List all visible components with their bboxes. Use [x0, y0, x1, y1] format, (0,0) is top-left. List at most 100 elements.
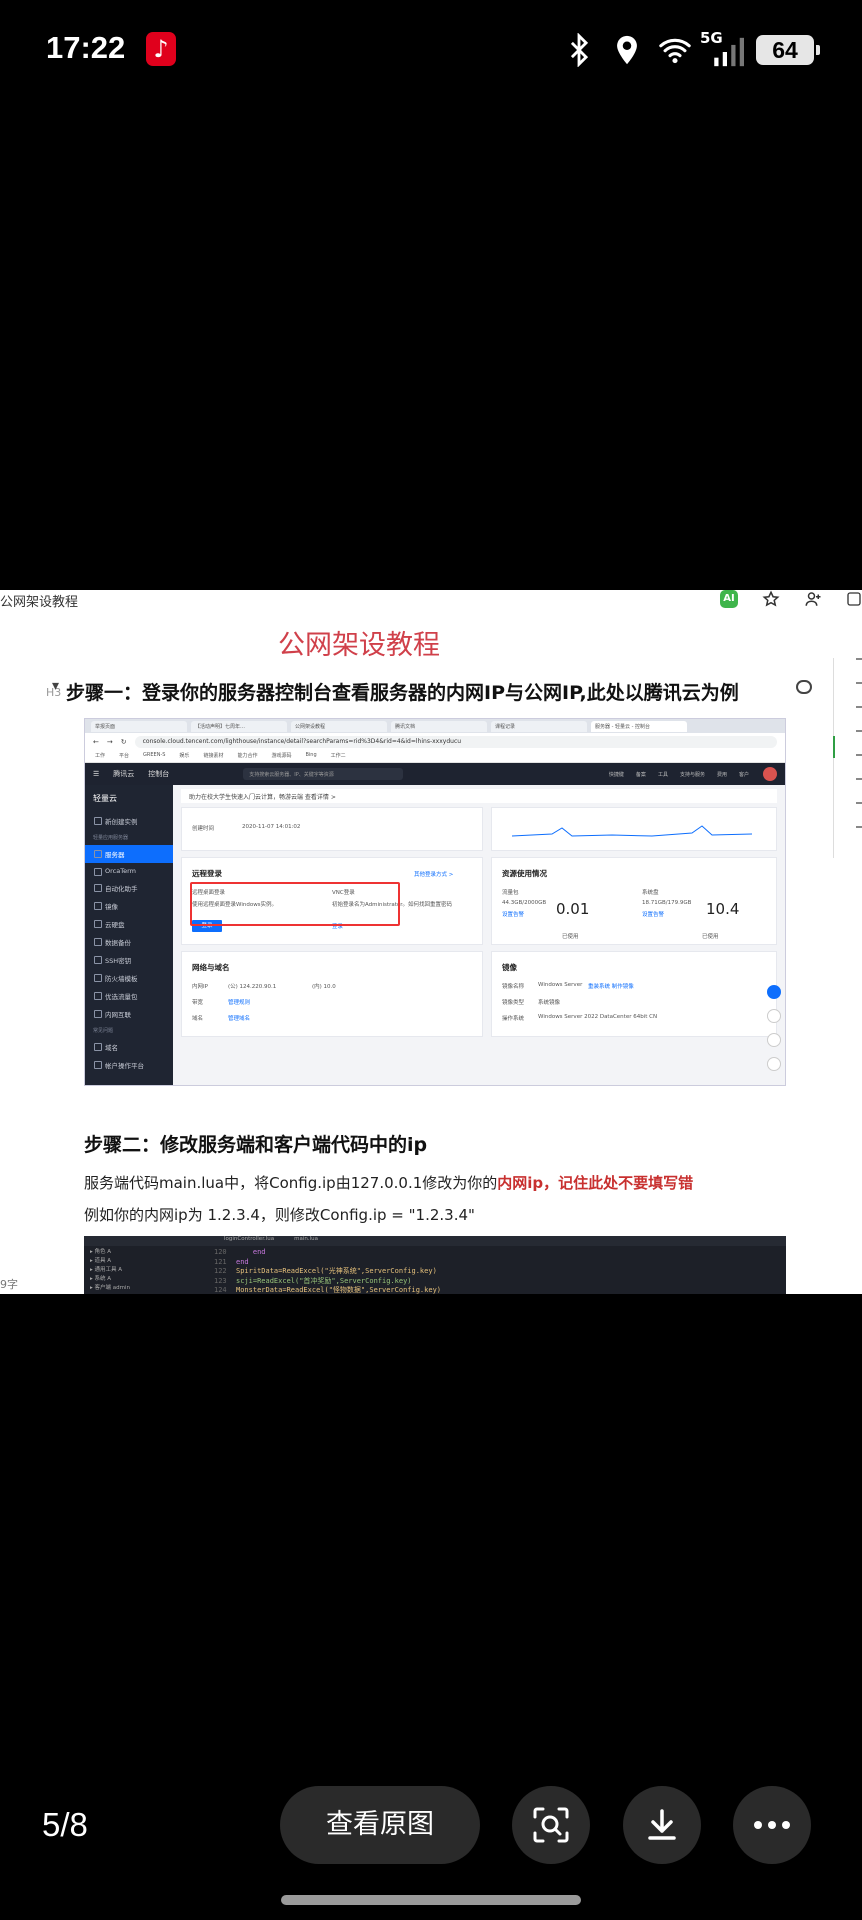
- traffic-percent: 0.01: [556, 900, 590, 918]
- highlight-box: [190, 882, 400, 926]
- image-type: 系统镜像: [538, 1000, 561, 1006]
- console-sidebar: 轻量云 新创建实例 轻量应用服务器 服务器 OrcaTerm 自动化助手 镜像 …: [85, 785, 173, 1085]
- forward-icon: →: [106, 738, 113, 746]
- download-button[interactable]: [623, 1786, 701, 1864]
- network-title: 网络与域名: [192, 963, 230, 972]
- traffic-used: 已使用: [562, 934, 579, 940]
- created-label: 创建时间: [192, 826, 215, 832]
- sidebar-item: 内网互联: [85, 1005, 173, 1023]
- document-image[interactable]: 公网架设教程 AI 公网架设教程 H3 步骤一：登录你的服务器控制台查看服务器的…: [0, 590, 862, 1294]
- tree-item: ▸ 客户端 admin: [90, 1285, 130, 1291]
- traffic-value: 44.3GB/2000GB: [502, 900, 547, 906]
- sidebar-group: 轻量应用服务器: [93, 835, 129, 841]
- bookmark: GREEN-S: [143, 752, 166, 758]
- paragraph-1: 服务端代码main.lua中，将Config.ip由127.0.0.1修改为你的…: [84, 1172, 693, 1193]
- sidebar-group: 常见问题: [93, 1028, 114, 1034]
- menu-icon: ☰: [93, 770, 100, 778]
- sidebar-item: 域名: [85, 1038, 173, 1056]
- disk-alert-link: 设置告警: [642, 912, 665, 918]
- code-line: 123 scji=ReadExcel("首冲奖励",ServerConfig.ke…: [214, 1276, 412, 1285]
- status-time: 17:22: [46, 30, 126, 65]
- console-main: 助力在校大学生快速入门云计算，畅游云端 查看详情 > 创建时间 2020-11-…: [173, 785, 785, 1085]
- console-link: 支持与服务: [679, 771, 705, 778]
- bookmarks-bar: 工作 平台 GREEN-S 娱乐 链接素材 能力合作 游戏源码 Bing 工作二: [85, 751, 785, 763]
- url-bar: ← → ↻ console.cloud.tencent.com/lighthou…: [85, 733, 785, 751]
- traffic-label: 流量包: [502, 890, 519, 896]
- sidebar-item: 优选流量包: [85, 987, 173, 1005]
- browser-tab: 腾讯文档: [391, 721, 487, 732]
- add-user-icon: [805, 592, 821, 606]
- image-actions: 重装系统 制作镜像: [588, 984, 634, 990]
- expand-icon: [767, 1057, 781, 1071]
- view-original-button[interactable]: 查看原图: [280, 1786, 480, 1864]
- console-link: 费用: [716, 771, 727, 778]
- more-button[interactable]: [733, 1786, 811, 1864]
- reload-icon: ↻: [120, 738, 127, 746]
- image-name: Windows Server: [538, 982, 583, 988]
- public-ip: (公) 124.220.90.1: [228, 984, 277, 990]
- notice-bar: 助力在校大学生快速入门云计算，畅游云端 查看详情 >: [181, 789, 777, 803]
- code-tab: main.lua: [294, 1236, 318, 1242]
- image-card: 镜像 镜像名称 Windows Server 重装系统 制作镜像 镜像类型 系统…: [491, 951, 777, 1037]
- info-card: 创建时间 2020-11-07 14:01:02: [181, 807, 483, 851]
- sidebar-item: 防火墙模板: [85, 969, 173, 987]
- page-counter: 5/8: [42, 1806, 88, 1843]
- word-count: 9字: [0, 1278, 18, 1291]
- status-bar: 17:22 ♪ 5G 64: [0, 0, 862, 100]
- back-icon: ←: [93, 738, 99, 746]
- comment-icon: [796, 680, 812, 694]
- domain-link: 管理域名: [228, 1016, 251, 1022]
- support-icon: [767, 985, 781, 999]
- more-dots-icon: [754, 1821, 790, 1829]
- created-value: 2020-11-07 14:01:02: [242, 824, 301, 830]
- location-icon: [617, 35, 637, 65]
- remote-login-title: 远程登录: [192, 869, 222, 878]
- bluetooth-icon: [570, 33, 589, 67]
- signal-icon: [714, 37, 744, 67]
- disk-label: 系统盘: [642, 890, 659, 896]
- avatar: [763, 767, 777, 781]
- disk-percent: 10.4: [706, 900, 740, 918]
- traffic-alert-link: 设置告警: [502, 912, 525, 918]
- bookmark: Bing: [305, 752, 317, 758]
- image-search-button[interactable]: [512, 1786, 590, 1864]
- step2-heading: 步骤二：修改服务端和客户端代码中的ip: [84, 1134, 428, 1156]
- sidebar-item-active: 服务器: [85, 845, 173, 863]
- bookmark: 游戏源码: [271, 753, 292, 759]
- sidebar-item: SSH密钥: [85, 951, 173, 969]
- console-link: 客户: [738, 771, 749, 778]
- code-line: 120 end: [214, 1248, 266, 1256]
- tree-item: ▸ 角色 A: [90, 1249, 112, 1255]
- code-line: 124 MonsterData=ReadExcel("怪物数据",ServerCo…: [214, 1286, 442, 1294]
- bookmark: 工作: [95, 753, 106, 759]
- doc-top-icons: AI: [720, 590, 862, 608]
- home-indicator[interactable]: [281, 1895, 581, 1905]
- browser-tab-active: 服务器 - 轻量云 - 控制台: [591, 721, 687, 732]
- sidebar-item: 自动化助手: [85, 879, 173, 897]
- battery-indicator: 64: [756, 35, 820, 65]
- code-tabs: loginController.lua main.lua: [84, 1236, 786, 1246]
- disk-used: 已使用: [702, 934, 719, 940]
- private-ip: (内) 10.0: [312, 984, 336, 990]
- scan-search-icon: [533, 1807, 569, 1843]
- code-lines: 120 end 121 end 122 SpiritData=ReadExcel("光神…: [214, 1248, 441, 1294]
- tree-item: ▸ 道具 A: [90, 1258, 112, 1264]
- console-header: ☰ 腾讯云 控制台 支持搜索云服务器、IP、关键字等资源 快捷键 备案 工具 支…: [85, 763, 785, 785]
- browser-tab: 举报页面: [91, 721, 187, 732]
- outline-active-marker: [833, 736, 835, 758]
- browser-tab: 公网架设教程: [291, 721, 387, 732]
- browser-tabs: 举报页面 【活动声明】七周年… 公网架设教程 腾讯文档 课程记录 服务器 - 轻…: [85, 719, 785, 733]
- code-line: 121 end: [214, 1257, 249, 1266]
- status-icons: 5G 64: [562, 29, 820, 70]
- console-brand: 腾讯云: [113, 770, 135, 778]
- download-icon: [648, 1809, 676, 1840]
- console-home: 控制台: [148, 770, 170, 778]
- bandwidth-link: 管理规则: [228, 1000, 251, 1006]
- doc-top-bar: 公网架设教程 AI: [0, 590, 862, 610]
- bookmark: 娱乐: [179, 753, 190, 759]
- sidebar-title: 轻量云: [93, 794, 117, 803]
- wifi-icon: [659, 38, 691, 64]
- paragraph-2: 例如你的内网ip为 1.2.3.4，则修改Config.ip = "1.2.3.…: [84, 1206, 475, 1224]
- code-file-tree: ▸ 角色 A ▸ 道具 A ▸ 通用工具 A ▸ 系统 A ▸ 客户端 admi…: [90, 1248, 200, 1293]
- resource-card: 资源使用情况 流量包 44.3GB/2000GB 设置告警 0.01 已使用 系…: [491, 857, 777, 945]
